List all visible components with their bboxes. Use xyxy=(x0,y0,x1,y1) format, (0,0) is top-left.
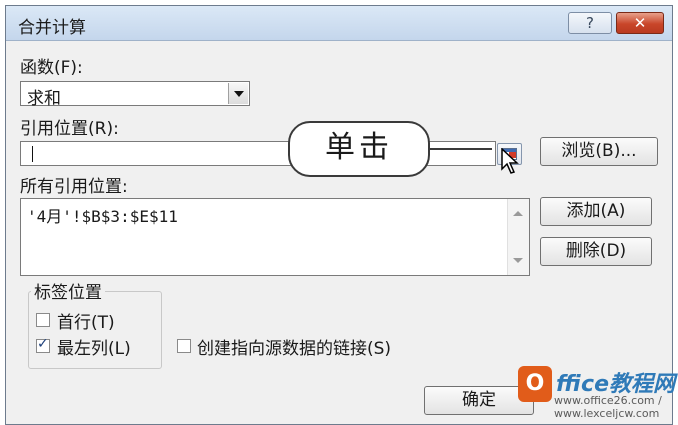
list-item[interactable]: '4月'!$B$3:$E$11 xyxy=(27,203,178,227)
close-button[interactable]: ✕ xyxy=(616,12,664,34)
help-button[interactable]: ? xyxy=(568,12,612,34)
callout-leader-line xyxy=(430,148,492,150)
all-references-list[interactable]: '4月'!$B$3:$E$11 xyxy=(20,198,530,276)
function-label: 函数(F): xyxy=(20,58,83,78)
label-position-title: 标签位置 xyxy=(31,278,105,303)
scroll-down-icon[interactable] xyxy=(513,258,523,263)
mouse-cursor-icon xyxy=(501,148,519,174)
left-column-label: 最左列(L) xyxy=(57,339,131,359)
list-scrollbar[interactable] xyxy=(507,199,529,275)
create-links-checkbox[interactable] xyxy=(177,339,191,353)
watermark-url: www.office26.com / www.lexceljcw.com xyxy=(554,394,662,420)
all-references-label: 所有引用位置: xyxy=(20,177,128,197)
chevron-down-icon[interactable] xyxy=(228,83,248,104)
first-row-label: 首行(T) xyxy=(57,313,115,333)
click-callout: 单击 xyxy=(288,121,430,177)
left-column-checkbox[interactable] xyxy=(36,336,50,353)
add-button[interactable]: 添加(A) xyxy=(540,197,652,226)
watermark-logo: O xyxy=(518,366,552,402)
first-row-checkbox[interactable] xyxy=(36,313,50,327)
title-bar: 合并计算 ? ✕ xyxy=(6,6,672,41)
scroll-up-icon[interactable] xyxy=(513,211,523,216)
reference-label: 引用位置(R): xyxy=(20,119,119,139)
text-caret xyxy=(32,146,33,162)
function-select[interactable]: 求和 xyxy=(20,81,250,109)
delete-button[interactable]: 删除(D) xyxy=(540,237,652,266)
browse-button[interactable]: 浏览(B)... xyxy=(540,137,658,166)
dialog-title: 合并计算 xyxy=(18,18,86,38)
create-links-label: 创建指向源数据的链接(S) xyxy=(197,339,392,359)
watermark: O ffice教程网 www.office26.com / www.lexcel… xyxy=(514,360,678,420)
function-selected-value: 求和 xyxy=(27,89,61,109)
